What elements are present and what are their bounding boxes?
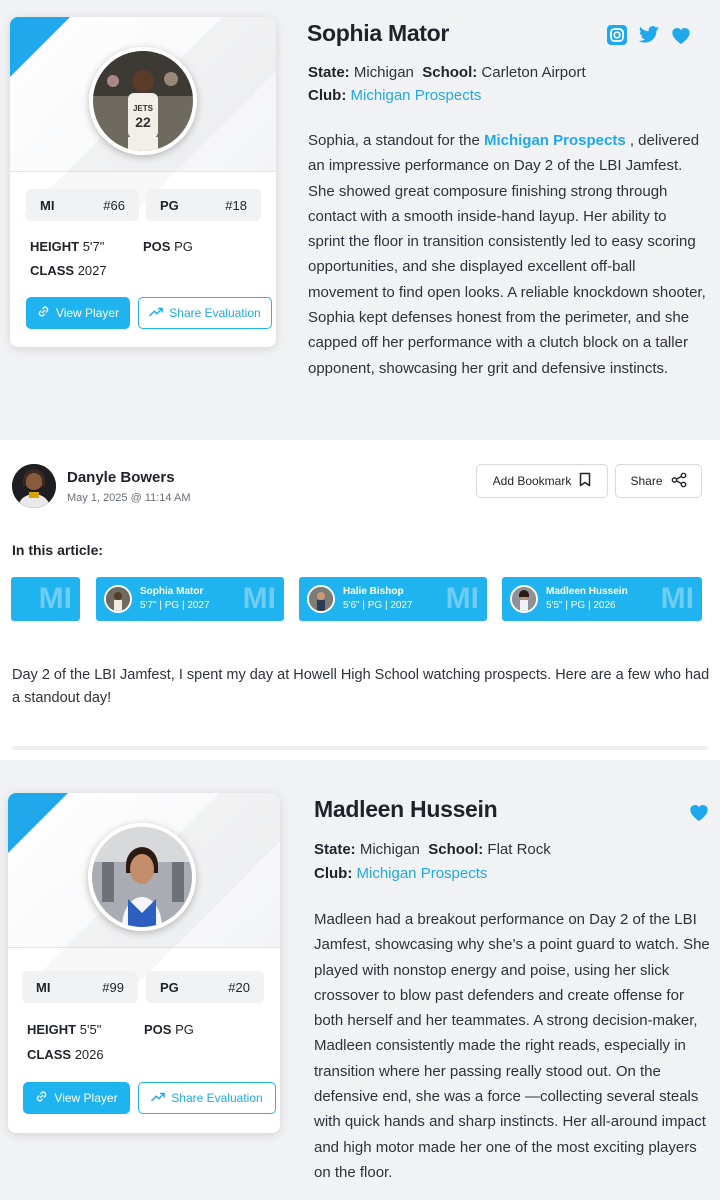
player-club: Club: Michigan Prospects (308, 87, 482, 104)
instagram-icon[interactable] (606, 24, 628, 51)
player-club: Club: Michigan Prospects (314, 865, 488, 882)
player-evaluation: Madleen had a breakout performance on Da… (314, 911, 710, 1181)
position-rank-chip: PG #20 (146, 971, 264, 1003)
club-link-inline[interactable]: Michigan Prospects (484, 132, 626, 149)
svg-text:JETS: JETS (133, 104, 154, 113)
social-icons (606, 24, 692, 51)
height-stat: HEIGHT 5'5" (27, 1022, 102, 1037)
player-evaluation: Sophia, a standout for the Michigan Pros… (308, 132, 706, 377)
club-link[interactable]: Michigan Prospects (351, 87, 482, 104)
share-evaluation-button[interactable]: Share Evaluation (138, 1082, 276, 1114)
article-intro: Day 2 of the LBI Jamfest, I spent my day… (12, 667, 710, 706)
class-stat: CLASS 2026 (27, 1047, 104, 1062)
position-stat: POS PG (143, 239, 193, 254)
state-rank-chip: MI #99 (22, 971, 138, 1003)
player-mini-avatar (104, 585, 132, 613)
trend-icon (149, 306, 164, 321)
player-mini-avatar (307, 585, 335, 613)
state-rank-chip: MI #66 (26, 189, 139, 221)
article-tag-player[interactable]: Madleen Hussein 5'5" | PG | 2026 MI (502, 577, 702, 621)
player-name[interactable]: Madleen Hussein (314, 796, 498, 823)
share-icon (671, 472, 687, 491)
position-rank-chip: PG #18 (146, 189, 261, 221)
view-player-button[interactable]: View Player (23, 1082, 130, 1114)
heart-icon[interactable] (688, 802, 710, 827)
link-icon (35, 1090, 48, 1106)
social-icons (688, 802, 710, 827)
bookmark-icon (579, 472, 591, 490)
share-evaluation-button[interactable]: Share Evaluation (138, 297, 272, 329)
link-icon (37, 305, 50, 321)
class-stat: CLASS 2027 (30, 263, 107, 278)
position-stat: POS PG (144, 1022, 194, 1037)
add-bookmark-button[interactable]: Add Bookmark (476, 464, 608, 498)
view-player-button[interactable]: View Player (26, 297, 130, 329)
article-tag-player[interactable]: Sophia Mator 5'7" | PG | 2027 MI (96, 577, 284, 621)
height-stat: HEIGHT 5'7" (30, 239, 105, 254)
player-name[interactable]: Sophia Mator (307, 20, 449, 47)
club-link[interactable]: Michigan Prospects (357, 865, 488, 882)
article-tag-player[interactable]: Halie Bishop 5'6" | PG | 2027 MI (299, 577, 487, 621)
player-state-school: State: Michigan School: Flat Rock (314, 841, 551, 858)
player-avatar[interactable]: JETS 22 (89, 47, 197, 155)
author-name[interactable]: Danyle Bowers (67, 469, 175, 486)
svg-text:22: 22 (135, 114, 151, 130)
player-mini-avatar (510, 585, 538, 613)
heart-icon[interactable] (670, 25, 692, 50)
player-avatar[interactable] (88, 823, 196, 931)
trend-icon (151, 1091, 166, 1106)
article-date: May 1, 2025 @ 11:14 AM (67, 492, 191, 504)
player-state-school: State: Michigan School: Carleton Airport (308, 64, 586, 81)
article-tag-partial[interactable]: MI (11, 577, 80, 621)
author-avatar[interactable] (12, 464, 56, 508)
share-button[interactable]: Share (615, 464, 702, 498)
player-card-2: MI #99 PG #20 HEIGHT 5'5" POS PG CLASS 2… (8, 793, 280, 1133)
in-this-article-label: In this article: (12, 542, 104, 558)
article-divider (12, 746, 708, 750)
player-card-1: JETS 22 MI #66 PG #18 HEIGHT 5'7" POS PG… (10, 17, 276, 347)
twitter-icon[interactable] (638, 25, 660, 50)
